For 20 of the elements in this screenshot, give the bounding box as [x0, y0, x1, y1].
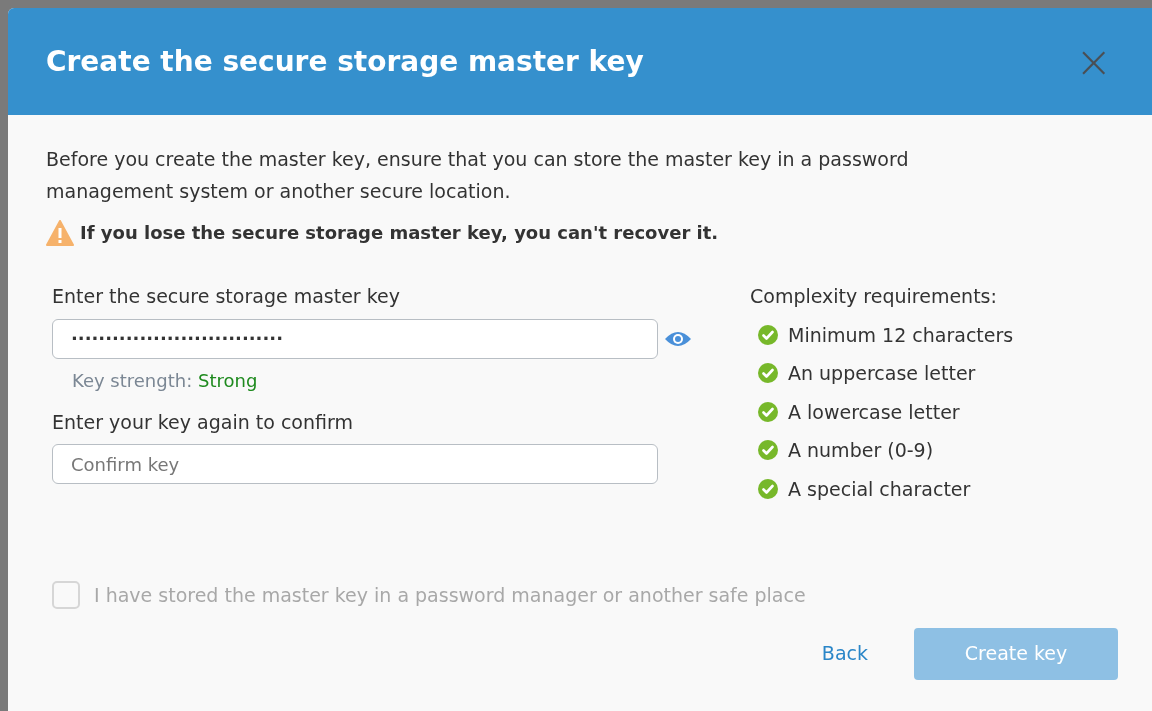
strength-label: Key strength:	[72, 369, 193, 391]
confirm-input[interactable]: Confirm key	[52, 444, 658, 484]
requirement-text: An uppercase letter	[788, 361, 976, 386]
eye-icon[interactable]	[664, 329, 692, 348]
requirement-text: A lowercase letter	[788, 399, 960, 425]
strength-value: Strong	[197, 369, 258, 391]
field-label: Enter the secure storage master key	[52, 284, 401, 309]
intro-text: Before you create the master key, ensure that you can store the master key in a password management system or another secure location.	[46, 147, 910, 204]
requirement-text: A number (0-9)	[788, 438, 934, 463]
warning-icon	[46, 219, 74, 246]
requirement-text: A special character	[788, 476, 971, 502]
requirements-title: Complexity requirements:	[750, 284, 998, 309]
back-button[interactable]: Back	[821, 639, 868, 668]
warning-text: If you lose the secure storage master key, you can't recover it.	[80, 221, 719, 245]
close-button[interactable]: ×	[1075, 39, 1112, 84]
dialog-title: Create the secure storage master key	[46, 43, 644, 80]
checkbox-label: I have stored the master key in a password manager or another safe place	[94, 583, 806, 608]
key-input[interactable]: ·······························	[52, 318, 658, 359]
field-label: Enter your key again to confirm	[52, 409, 354, 435]
requirement-text: Minimum 12 characters	[788, 322, 1014, 348]
